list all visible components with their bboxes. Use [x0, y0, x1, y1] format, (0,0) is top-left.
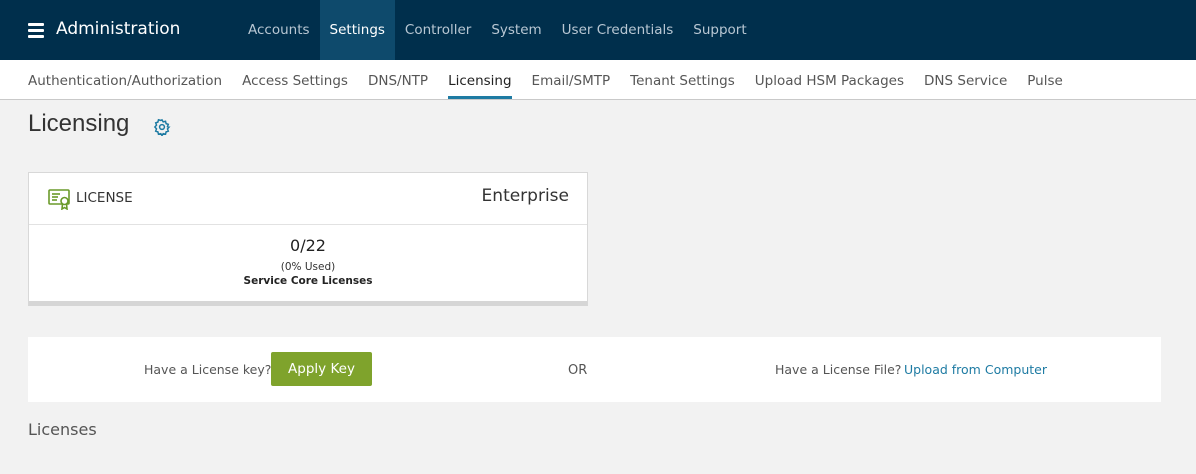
nav-item-controller[interactable]: Controller [395, 0, 481, 60]
top-header: Administration Accounts Settings Control… [0, 0, 1196, 60]
hamburger-menu-icon[interactable] [28, 23, 44, 38]
tab-dns-service[interactable]: DNS Service [924, 60, 1007, 99]
tab-pulse[interactable]: Pulse [1027, 60, 1063, 99]
nav-item-settings[interactable]: Settings [319, 0, 395, 60]
nav-item-accounts[interactable]: Accounts [238, 0, 320, 60]
tab-email-smtp[interactable]: Email/SMTP [532, 60, 611, 99]
license-actions-bar: Have a License key? Apply Key OR Have a … [28, 337, 1161, 402]
gear-icon[interactable] [153, 118, 171, 136]
license-certificate-icon [48, 189, 70, 210]
tab-licensing[interactable]: Licensing [448, 60, 512, 99]
upload-from-computer-link[interactable]: Upload from Computer [904, 362, 1047, 377]
tab-access-settings[interactable]: Access Settings [242, 60, 348, 99]
license-usage-percent: (0% Used) [280, 261, 336, 273]
license-key-prompt: Have a License key? [144, 362, 272, 377]
tab-upload-hsm-packages[interactable]: Upload HSM Packages [755, 60, 904, 99]
nav-item-support[interactable]: Support [683, 0, 756, 60]
or-separator: OR [568, 363, 588, 378]
tab-tenant-settings[interactable]: Tenant Settings [630, 60, 735, 99]
settings-subnav: Authentication/Authorization Access Sett… [0, 60, 1196, 100]
license-label: LICENSE [76, 190, 133, 206]
license-card-header: LICENSE Enterprise [29, 173, 587, 225]
license-usage-value: 0/22 [290, 236, 326, 255]
nav-item-system[interactable]: System [481, 0, 551, 60]
license-card: LICENSE Enterprise 0/22 (0% Used) Servic… [28, 172, 588, 306]
tab-authentication-authorization[interactable]: Authentication/Authorization [28, 60, 222, 99]
nav-item-user-credentials[interactable]: User Credentials [552, 0, 684, 60]
license-file-prompt: Have a License File? [775, 362, 902, 377]
licenses-section-title: Licenses [28, 420, 97, 439]
license-edition: Enterprise [481, 186, 569, 206]
license-usage-label: Service Core Licenses [243, 275, 373, 287]
tab-dns-ntp[interactable]: DNS/NTP [368, 60, 428, 99]
page-title: Licensing [28, 110, 130, 137]
app-title: Administration [56, 19, 181, 39]
top-nav: Accounts Settings Controller System User… [238, 0, 757, 60]
apply-key-button[interactable]: Apply Key [271, 352, 372, 386]
